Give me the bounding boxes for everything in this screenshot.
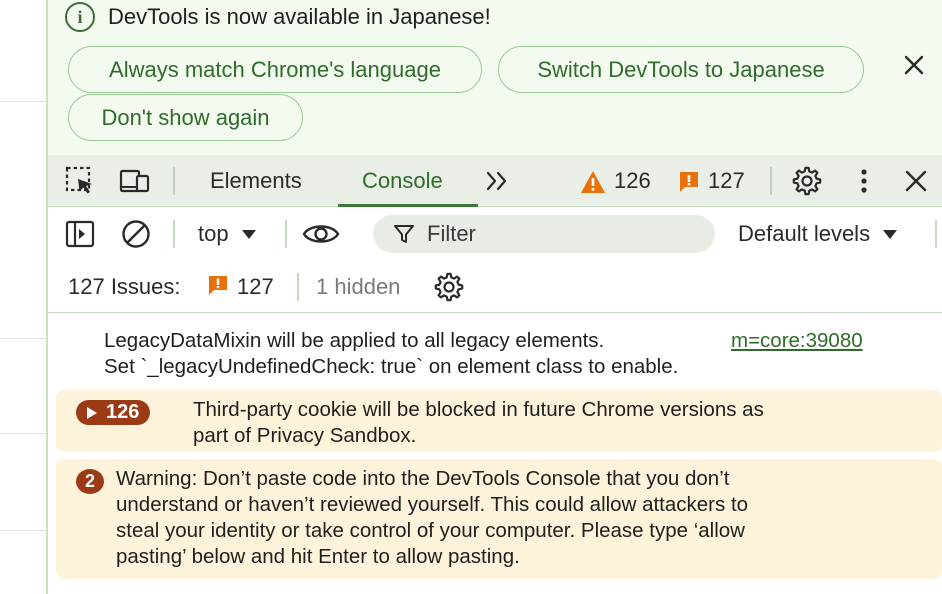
message-source-link[interactable]: m=core:39080 xyxy=(731,328,863,354)
context-selector[interactable]: top xyxy=(198,207,257,261)
toolbar-divider xyxy=(770,167,772,195)
devtools-tab-bar: Elements Console 126 127 xyxy=(48,155,942,207)
issues-settings-gear-icon[interactable] xyxy=(433,271,465,303)
clear-console-icon[interactable] xyxy=(120,218,152,250)
close-devtools-icon[interactable] xyxy=(900,165,932,197)
always-match-language-button[interactable]: Always match Chrome's language xyxy=(68,46,482,93)
toolbar-divider xyxy=(285,220,287,248)
switch-to-japanese-button[interactable]: Switch DevTools to Japanese xyxy=(498,46,864,93)
language-infobar: i DevTools is now available in Japanese!… xyxy=(48,0,942,155)
message-line: understand or haven’t reviewed yourself.… xyxy=(116,493,749,516)
dont-show-again-button[interactable]: Don't show again xyxy=(68,94,303,141)
tab-elements[interactable]: Elements xyxy=(210,155,302,207)
message-line: part of Privacy Sandbox. xyxy=(193,424,417,447)
expand-triangle-icon xyxy=(87,406,97,419)
issues-flag-icon[interactable] xyxy=(678,170,700,194)
warning-group-text: Third-party cookie will be blocked in fu… xyxy=(193,397,933,449)
page-divider xyxy=(0,101,47,102)
page-divider xyxy=(0,530,47,531)
message-line: Set `_legacyUndefinedCheck: true` on ele… xyxy=(104,355,679,378)
message-line: Warning: Don’t paste code into the DevTo… xyxy=(116,467,730,490)
toolbar-divider xyxy=(935,220,937,248)
warning-triangle-icon[interactable] xyxy=(580,170,606,194)
info-icon: i xyxy=(65,2,95,32)
live-expression-eye-icon[interactable] xyxy=(302,220,340,248)
issues-label: 127 Issues: xyxy=(68,274,181,299)
settings-gear-icon[interactable] xyxy=(791,165,823,197)
filter-input[interactable]: Filter xyxy=(373,215,715,253)
inspect-element-icon[interactable] xyxy=(64,165,96,197)
page-divider xyxy=(0,433,47,434)
issues-bar: 127 Issues: 127 1 hidden xyxy=(48,261,942,313)
log-levels-value: Default levels xyxy=(738,221,871,246)
message-line: steal your identity or take control of y… xyxy=(116,519,745,542)
warning-count[interactable]: 126 xyxy=(614,155,651,207)
warning-text: Warning: Don’t paste code into the DevTo… xyxy=(116,466,936,570)
toolbar-divider xyxy=(297,273,299,301)
toolbar-divider xyxy=(173,220,175,248)
log-levels-dropdown[interactable]: Default levels xyxy=(738,207,898,261)
infobar-title: DevTools is now available in Japanese! xyxy=(108,4,491,29)
issues-bar-count[interactable]: 127 xyxy=(237,261,274,313)
devtools-panel: i DevTools is now available in Japanese!… xyxy=(48,0,942,594)
hidden-issues-count[interactable]: 1 hidden xyxy=(316,261,400,313)
warning-group-count: 126 xyxy=(106,401,140,423)
warning-group-badge[interactable]: 126 xyxy=(76,400,151,425)
message-line: Third-party cookie will be blocked in fu… xyxy=(193,398,764,421)
page-content-strip xyxy=(0,0,47,594)
issues-flag-icon[interactable] xyxy=(208,275,228,297)
warning-group-message[interactable]: 126 Third-party cookie will be blocked i… xyxy=(56,390,942,452)
message-line: pasting’ below and hit Enter to allow pa… xyxy=(116,545,520,568)
device-toolbar-icon[interactable] xyxy=(119,165,151,197)
page-divider xyxy=(0,338,47,339)
filter-placeholder: Filter xyxy=(427,221,476,246)
toolbar-divider xyxy=(173,167,175,195)
issues-count[interactable]: 127 xyxy=(708,155,745,207)
warning-message[interactable]: 2 Warning: Don’t paste code into the Dev… xyxy=(56,459,942,579)
dropdown-arrow-icon xyxy=(241,230,256,239)
show-sidebar-icon[interactable] xyxy=(64,218,96,250)
context-selector-value: top xyxy=(198,221,229,246)
warning-repeat-badge: 2 xyxy=(76,469,104,494)
dropdown-arrow-icon xyxy=(883,230,898,239)
more-tabs-chevron-icon[interactable] xyxy=(482,165,514,197)
close-infobar-icon[interactable] xyxy=(899,50,929,80)
console-toolbar: top Filter Default levels xyxy=(48,207,942,261)
filter-funnel-icon xyxy=(394,225,414,243)
tab-console[interactable]: Console xyxy=(362,155,443,207)
more-options-icon[interactable] xyxy=(848,165,880,197)
